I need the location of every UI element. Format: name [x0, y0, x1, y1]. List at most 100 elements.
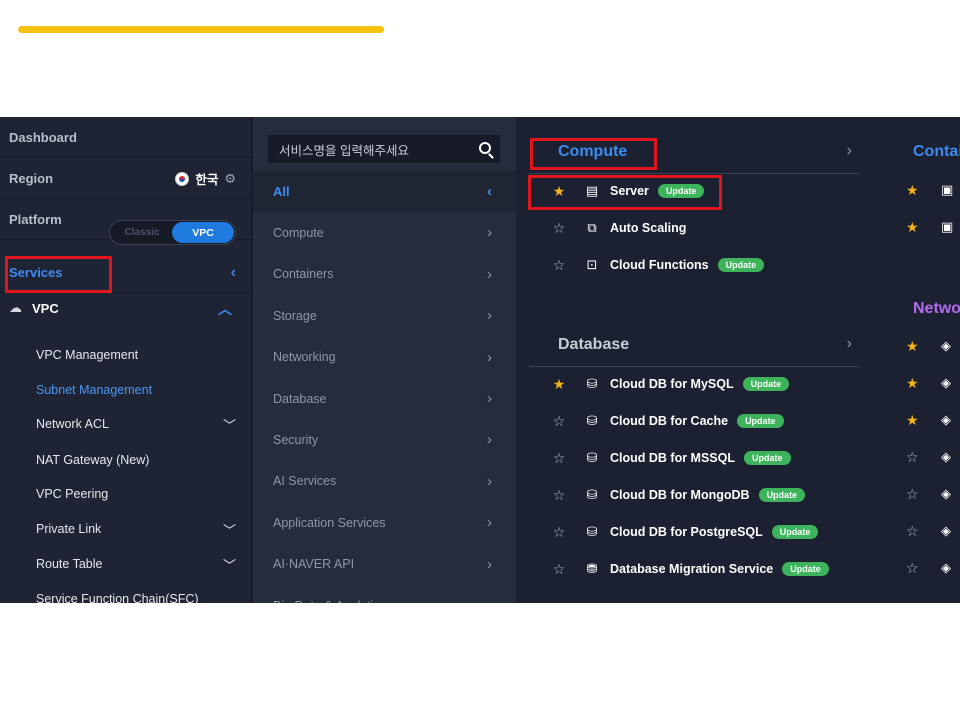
category-label: Containers — [273, 267, 334, 282]
star-outline-icon[interactable]: ☆ — [551, 220, 567, 237]
sidebar-item-dashboard[interactable]: Dashboard — [0, 117, 252, 158]
service-icon: ▣ — [941, 182, 954, 197]
service-icon: ◈ — [941, 486, 951, 501]
vpc-submenu-item[interactable]: Network ACL ﹀ — [36, 413, 236, 435]
category-item[interactable]: AI·NAVER API › — [253, 544, 516, 585]
service-icon: ▣ — [941, 219, 954, 234]
service-item[interactable]: ★ ⛁ Cloud DB for MySQL Update — [551, 373, 790, 395]
service-name: Auto Scaling — [610, 221, 687, 235]
star-outline-icon[interactable]: ☆ — [551, 487, 567, 504]
gear-icon[interactable]: ⚙ — [224, 171, 236, 187]
compute-divider — [529, 173, 859, 174]
database-chevron-right-icon[interactable]: › — [847, 335, 852, 353]
star-filled-icon[interactable]: ★ — [906, 412, 919, 429]
database-icon: ⛃ — [586, 561, 598, 576]
console-menu: Dashboard Region 한국 ⚙ Platform Classic V… — [0, 117, 960, 603]
vpc-submenu-item[interactable]: Service Function Chain(SFC) — [36, 588, 236, 603]
chevron-left-icon: ‹ — [487, 183, 492, 200]
chevron-up-icon[interactable]: ︿ — [218, 299, 232, 319]
vpc-submenu-item[interactable]: NAT Gateway (New) — [36, 449, 236, 471]
category-item[interactable]: Application Services › — [253, 502, 516, 543]
service-icon: ◈ — [941, 523, 951, 538]
vpc-submenu-item[interactable]: VPC Management — [36, 344, 236, 366]
cloud-functions-icon: ⊡ — [586, 257, 598, 272]
region-label: Region — [9, 170, 54, 186]
service-name: Cloud DB for MongoDB — [610, 488, 750, 502]
service-item[interactable]: ☆ ⛁ Cloud DB for MongoDB Update — [551, 484, 806, 506]
chevron-right-icon: › — [487, 390, 492, 407]
chevron-left-icon[interactable]: ‹ — [231, 264, 236, 282]
category-item[interactable]: All ‹ — [253, 171, 516, 212]
database-icon: ⛁ — [586, 487, 598, 502]
auto-scaling-icon: ⧉ — [587, 220, 597, 235]
service-item[interactable]: ☆ ⊡ Cloud Functions Update — [551, 254, 765, 276]
vpc-submenu-label: Service Function Chain(SFC) — [36, 592, 199, 603]
vpc-submenu-label: VPC Management — [36, 348, 139, 362]
platform-vpc-option[interactable]: VPC — [172, 222, 234, 243]
category-item[interactable]: Compute › — [253, 212, 516, 253]
service-item[interactable]: ★ ▤ Server Update — [551, 180, 705, 202]
platform-toggle[interactable]: Classic VPC — [109, 220, 236, 245]
chevron-right-icon: › — [487, 472, 492, 490]
search-icon[interactable] — [479, 142, 491, 154]
category-item[interactable]: Security › — [253, 419, 516, 460]
star-outline-icon[interactable]: ☆ — [906, 486, 919, 503]
star-outline-icon[interactable]: ☆ — [551, 257, 567, 274]
category-item[interactable]: Storage › — [253, 295, 516, 336]
star-outline-icon[interactable]: ☆ — [551, 450, 567, 467]
vpc-submenu-item[interactable]: Private Link ﹀ — [36, 518, 236, 540]
category-item[interactable]: Database › — [253, 378, 516, 419]
update-badge: Update — [758, 488, 806, 502]
star-filled-icon[interactable]: ★ — [551, 183, 567, 200]
search-placeholder: 서비스명을 입력해주세요 — [279, 143, 409, 158]
service-name: Cloud DB for MSSQL — [610, 451, 735, 465]
service-panel-right: Contai ★ ▣ ★ ▣ ★ ◈ ★ ◈ ★ ◈ ☆ ◈ ☆ ◈ ☆ ◈ ☆ ◈ Netwo — [875, 117, 960, 603]
star-outline-icon[interactable]: ☆ — [551, 561, 567, 578]
chevron-down-icon[interactable]: ﹀ — [223, 520, 236, 539]
vpc-submenu-item[interactable]: VPC Peering — [36, 483, 236, 505]
star-filled-icon[interactable]: ★ — [906, 182, 919, 199]
vpc-section-header[interactable]: ☁ VPC ︿ — [0, 293, 252, 323]
containers-section-title[interactable]: Contai — [913, 143, 960, 161]
chevron-right-icon: › — [487, 224, 492, 242]
chevron-down-icon[interactable]: ﹀ — [223, 415, 236, 434]
star-outline-icon[interactable]: ☆ — [906, 523, 919, 540]
compute-chevron-right-icon[interactable]: › — [847, 142, 852, 160]
platform-classic-option[interactable]: Classic — [110, 221, 174, 244]
service-item[interactable]: ☆ ⛁ Cloud DB for PostgreSQL Update — [551, 521, 819, 543]
category-item[interactable]: AI Services › — [253, 461, 516, 502]
vpc-submenu-item[interactable]: Subnet Management — [36, 379, 236, 401]
database-section-title[interactable]: Database — [558, 336, 629, 354]
chevron-down-icon[interactable]: ﹀ — [223, 555, 236, 574]
star-filled-icon[interactable]: ★ — [906, 375, 919, 392]
compute-section-title[interactable]: Compute — [558, 143, 627, 161]
category-item[interactable]: Containers › — [253, 254, 516, 295]
category-label: Security — [273, 432, 319, 447]
star-filled-icon[interactable]: ★ — [906, 219, 919, 236]
service-item[interactable]: ☆ ⛁ Cloud DB for Cache Update — [551, 410, 784, 432]
service-icon: ◈ — [941, 375, 951, 390]
service-item[interactable]: ☆ ⧉ Auto Scaling — [551, 217, 687, 239]
service-item[interactable]: ☆ ⛁ Cloud DB for MSSQL Update — [551, 447, 791, 469]
services-row[interactable]: Services ‹ — [0, 252, 252, 293]
region-row[interactable]: Region 한국 ⚙ — [0, 158, 252, 199]
star-outline-icon[interactable]: ☆ — [906, 449, 919, 466]
region-value: 한국 — [195, 173, 219, 187]
star-outline-icon[interactable]: ☆ — [551, 524, 567, 541]
category-item[interactable]: Networking › — [253, 337, 516, 378]
server-icon: ▤ — [585, 183, 599, 198]
chevron-right-icon: › — [487, 348, 492, 366]
service-panel: Compute › ★ ▤ Server Update ☆ ⧉ Auto Scaling ☆ ⊡… — [517, 117, 874, 603]
category-label: AI Services — [273, 474, 337, 489]
category-item[interactable]: Big Data & Analytics › — [253, 585, 516, 603]
star-filled-icon[interactable]: ★ — [551, 376, 567, 393]
star-filled-icon[interactable]: ★ — [906, 338, 919, 355]
star-outline-icon[interactable]: ☆ — [906, 560, 919, 577]
service-search-input[interactable]: 서비스명을 입력해주세요 — [268, 135, 500, 163]
networking-section-title[interactable]: Netwo — [913, 300, 960, 318]
service-item[interactable]: ☆ ⛃ Database Migration Service Update — [551, 558, 829, 580]
category-label: AI·NAVER API — [273, 557, 355, 572]
category-panel: 서비스명을 입력해주세요 All ‹ Compute › Containers › Stor… — [253, 117, 516, 603]
vpc-submenu-item[interactable]: Route Table ﹀ — [36, 553, 236, 575]
star-outline-icon[interactable]: ☆ — [551, 413, 567, 430]
